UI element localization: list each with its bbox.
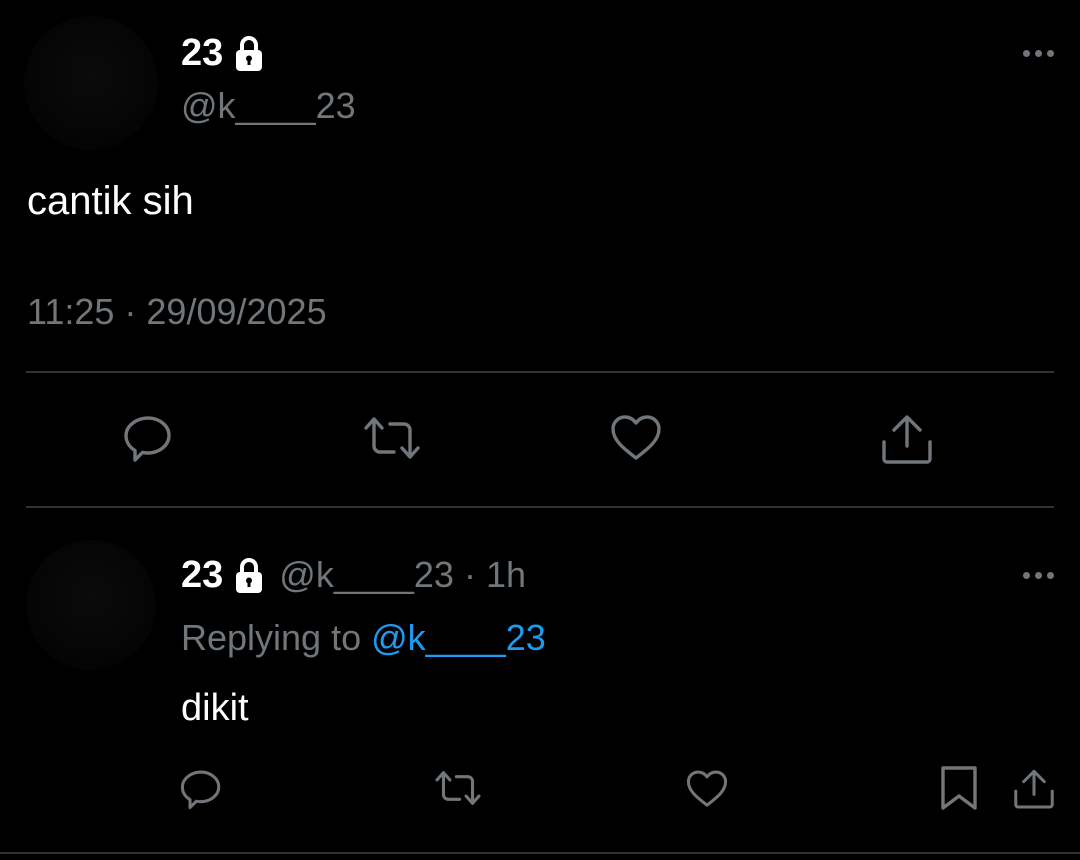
- reply-button[interactable]: [120, 410, 176, 466]
- like-button[interactable]: [608, 410, 664, 466]
- reply-like-button[interactable]: [684, 766, 730, 812]
- lock-icon: [233, 555, 265, 595]
- tweet-text: cantik sih: [27, 179, 194, 223]
- share-button[interactable]: [878, 410, 936, 466]
- replying-to-label: Replying to: [181, 617, 372, 658]
- divider: [26, 506, 1054, 508]
- reply-reply-button[interactable]: [178, 766, 224, 812]
- reply-text: dikit: [181, 687, 249, 729]
- retweet-icon: [435, 771, 481, 805]
- author-name-row: 23: [181, 30, 265, 76]
- reply-display-name[interactable]: 23: [181, 552, 223, 598]
- mention-link[interactable]: @k____23: [371, 617, 546, 658]
- replying-to: Replying to @k____23: [181, 616, 546, 660]
- lock-icon: [233, 33, 265, 73]
- divider: [26, 371, 1054, 373]
- like-icon: [686, 770, 728, 807]
- retweet-icon: [364, 417, 420, 459]
- bookmark-button[interactable]: [938, 764, 980, 812]
- reply-handle-time[interactable]: @k____23 · 1h: [279, 554, 526, 596]
- reply-icon: [124, 416, 171, 462]
- more-options-icon[interactable]: [1023, 572, 1054, 579]
- tweet-thread: 23 @k____23 cantik sih 11:25 · 29/09/202…: [0, 0, 1080, 860]
- retweet-button[interactable]: [360, 412, 424, 464]
- more-options-icon[interactable]: [1023, 50, 1054, 57]
- like-icon: [611, 415, 661, 460]
- reply-retweet-button[interactable]: [432, 766, 484, 810]
- main-tweet: 23 @k____23 cantik sih 11:25 · 29/09/202…: [0, 0, 1080, 508]
- share-icon: [882, 415, 932, 464]
- reply-author-row: 23 @k____23 · 1h: [181, 552, 526, 598]
- reply-share-button[interactable]: [1010, 764, 1058, 812]
- reply-icon: [180, 770, 221, 810]
- display-name[interactable]: 23: [181, 30, 223, 76]
- bookmark-icon: [941, 766, 977, 810]
- reply-avatar[interactable]: [26, 540, 156, 670]
- tweet-timestamp[interactable]: 11:25 · 29/09/2025: [27, 290, 327, 334]
- divider: [0, 852, 1080, 854]
- avatar[interactable]: [24, 16, 158, 150]
- author-handle[interactable]: @k____23: [181, 84, 356, 128]
- share-icon: [1014, 769, 1054, 809]
